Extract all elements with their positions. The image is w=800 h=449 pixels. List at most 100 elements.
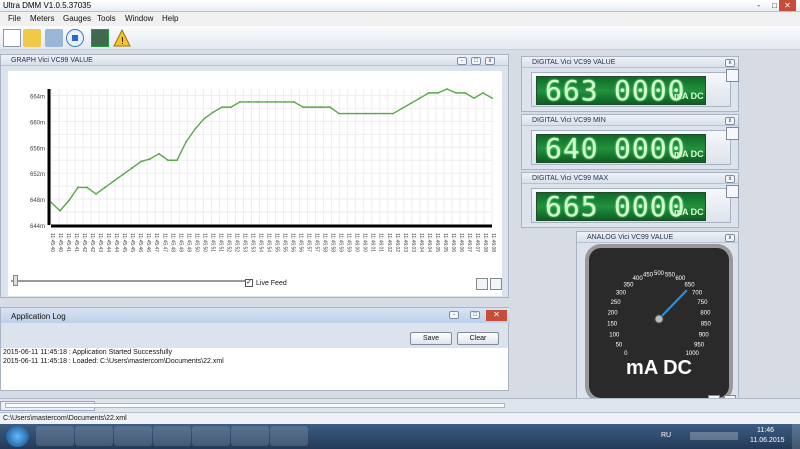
- log-line-2: 2015-06-11 11:45:18 : Loaded: C:\Users\m…: [3, 358, 224, 365]
- digital-min-pin-icon[interactable]: [726, 127, 739, 140]
- digital-value-display: 663 0000 mA DC: [536, 76, 706, 105]
- log-line-1: 2015-06-11 11:45:18 : Application Starte…: [3, 349, 173, 356]
- menu-meters[interactable]: Meters: [30, 14, 54, 23]
- menu-tools[interactable]: Tools: [97, 14, 116, 23]
- minimize-button[interactable]: -: [757, 1, 760, 10]
- data-point: [347, 112, 349, 115]
- zoom-slider-track[interactable]: [11, 280, 245, 282]
- clock-date[interactable]: 11.06.2015: [750, 437, 785, 444]
- data-point: [230, 106, 232, 109]
- taskbar-app-icon[interactable]: [231, 426, 269, 446]
- data-point: [293, 101, 295, 103]
- x-tick-label: 11:45:48: [169, 233, 175, 252]
- digital-max-close-button[interactable]: x: [725, 175, 735, 183]
- gauge-tick-label: 150: [607, 322, 618, 328]
- graph-restore-button[interactable]: □: [471, 57, 481, 65]
- toolbar: !: [0, 26, 800, 50]
- analog-panel: ANALOG Vici VC99 VALUE x 0 50 100 150 200 250…: [576, 231, 739, 405]
- data-point: [374, 112, 376, 115]
- taskbar-dmm-icon[interactable]: [270, 426, 308, 446]
- digital-min-close-button[interactable]: x: [725, 117, 735, 125]
- save-button[interactable]: Save: [410, 332, 452, 345]
- zoom-slider-thumb[interactable]: [13, 275, 18, 286]
- x-tick-label: 11:46:05: [434, 233, 440, 252]
- x-tick-label: 11:45:40: [49, 233, 55, 252]
- digital-value-title: DIGITAL Vici VC99 VALUE: [522, 57, 738, 68]
- open-folder-icon[interactable]: [23, 29, 41, 47]
- clock-time[interactable]: 11:46: [757, 427, 774, 434]
- stop-icon[interactable]: [66, 29, 84, 47]
- menu-window[interactable]: Window: [125, 14, 153, 23]
- graph-close-button[interactable]: x: [485, 57, 495, 65]
- x-tick-label: 11:45:58: [322, 233, 328, 252]
- x-tick-label: 11:46:08: [490, 233, 496, 252]
- save-icon[interactable]: [45, 29, 63, 47]
- data-point: [185, 141, 187, 144]
- start-button[interactable]: [6, 426, 29, 447]
- data-point: [428, 91, 430, 94]
- bottom-panel-strip: [0, 398, 800, 412]
- gauge-tick-label: 500: [654, 271, 665, 277]
- data-point: [266, 101, 268, 103]
- analog-close-button[interactable]: x: [725, 234, 735, 242]
- graph-panel: GRAPH Vici VC99 VALUE - □ x 664m 660m 656m…: [0, 54, 509, 298]
- close-button[interactable]: ✕: [779, 0, 796, 11]
- taskbar-visualstudio-icon[interactable]: [153, 426, 191, 446]
- digital-max-pin-icon[interactable]: [726, 185, 739, 198]
- new-file-icon[interactable]: [3, 29, 21, 47]
- x-tick-label: 11:46:02: [394, 233, 400, 252]
- menu-file[interactable]: File: [8, 14, 21, 23]
- pause-icon[interactable]: [476, 278, 488, 290]
- x-tick-label: 11:45:44: [113, 233, 119, 252]
- warning-icon[interactable]: !: [113, 28, 131, 47]
- log-minimize-button[interactable]: -: [449, 311, 459, 319]
- gauge-tick-label: 950: [694, 343, 705, 349]
- monitor-icon[interactable]: [91, 29, 109, 47]
- data-point: [464, 91, 466, 94]
- graph-minimize-button[interactable]: -: [457, 57, 467, 65]
- menu-gauges[interactable]: Gauges: [63, 14, 91, 23]
- taskbar-explorer-icon[interactable]: [75, 426, 113, 446]
- log-panel: Application Log - □ ✕ Save Clear 2015-06…: [0, 307, 510, 391]
- log-title: Application Log: [11, 312, 66, 321]
- data-point: [455, 91, 457, 94]
- gauge-unit: mA DC: [626, 357, 692, 379]
- taskbar-media-icon[interactable]: [114, 426, 152, 446]
- show-desktop-button[interactable]: [792, 424, 800, 449]
- tray-icons[interactable]: [690, 432, 738, 440]
- x-tick-label: 11:46:02: [386, 233, 392, 252]
- x-tick-label: 11:45:45: [129, 233, 135, 252]
- pin-icon[interactable]: [490, 278, 502, 290]
- data-point: [212, 111, 214, 114]
- log-close-button[interactable]: ✕: [486, 310, 507, 321]
- language-indicator[interactable]: RU: [661, 432, 671, 439]
- y-tick-label: 644m: [30, 224, 45, 230]
- gauge-tick-label: 900: [699, 333, 710, 339]
- taskbar-ie-icon[interactable]: [36, 426, 74, 446]
- x-tick-label: 11:45:55: [282, 233, 288, 252]
- digital-min-integer: 640: [545, 132, 599, 165]
- menu-help[interactable]: Help: [162, 14, 178, 23]
- data-point: [86, 186, 88, 189]
- digital-value-close-button[interactable]: x: [725, 59, 735, 67]
- x-tick-label: 11:46:03: [410, 233, 416, 252]
- gauge-tick-label: 250: [611, 300, 622, 306]
- digital-value-pin-icon[interactable]: [726, 69, 739, 82]
- gauge-tick-label: 50: [616, 343, 623, 349]
- log-restore-button[interactable]: □: [470, 311, 480, 319]
- x-tick-label: 11:45:41: [65, 233, 71, 252]
- status-bar: C:\Users\mastercom\Documents\22.xml: [0, 412, 800, 424]
- maximize-button[interactable]: □: [772, 1, 777, 10]
- data-point: [338, 112, 340, 115]
- digital-max-frame: 665 0000 mA DC: [531, 188, 731, 223]
- data-point: [221, 106, 223, 109]
- x-tick-label: 11:46:05: [442, 233, 448, 252]
- taskbar-chrome-icon[interactable]: [192, 426, 230, 446]
- x-tick-label: 11:46:06: [450, 233, 456, 252]
- data-point: [275, 101, 277, 103]
- horizontal-scrollbar[interactable]: [5, 403, 505, 408]
- clear-button[interactable]: Clear: [457, 332, 499, 345]
- gauge-tick-label: 850: [701, 322, 712, 328]
- live-feed-checkbox[interactable]: ✓: [245, 279, 253, 287]
- digital-min-title: DIGITAL Vici VC99 MIN: [522, 115, 738, 126]
